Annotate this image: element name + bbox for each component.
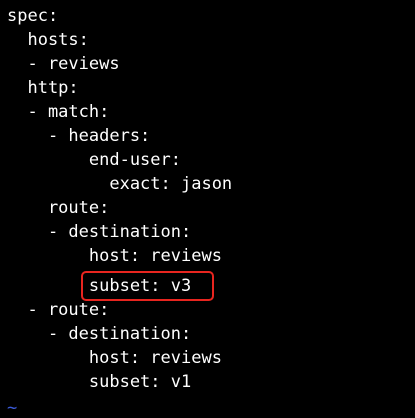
code-line: end-user: [7,150,181,170]
code-line: - destination: [7,324,192,344]
code-line: - destination: [7,222,192,242]
code-line: exact: jason [7,174,233,194]
code-line: subset: v1 [7,372,192,392]
code-line: spec: [7,6,59,26]
code-line: - route: [7,300,110,320]
code-line: - reviews [7,54,120,74]
empty-line-tilde: ~ [7,398,18,418]
code-line: host: reviews [7,246,222,266]
code-line: http: [7,78,79,98]
code-line: - headers: [7,126,151,146]
terminal-window[interactable]: spec: hosts: - reviews http: - match: - … [0,0,415,418]
code-line: route: [7,198,110,218]
code-line: host: reviews [7,348,222,368]
code-line: - match: [7,102,110,122]
code-line: hosts: [7,30,89,50]
highlight-box [81,271,214,301]
